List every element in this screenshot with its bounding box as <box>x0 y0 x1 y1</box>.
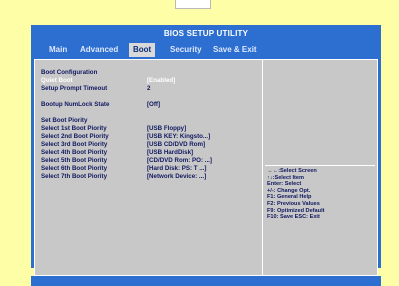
help-line: ↑↓:Select Item <box>267 174 304 181</box>
settings-panel: Boot Configuration Quiet Boot [Enabled] … <box>34 59 378 276</box>
top-border-notch <box>175 0 211 9</box>
setup-prompt-timeout-label: Setup Prompt Timeout <box>41 85 108 92</box>
boot-priority-value[interactable]: [USB KEY: Kingsto...] <box>147 133 210 141</box>
boot-priority-label: Select 4th Boot Piority <box>41 149 108 156</box>
boot-priority-label: Select 6th Boot Piority <box>41 165 108 172</box>
help-line: F10: Save ESC: Exit <box>267 214 320 221</box>
tab-bar: Main Advanced Boot Security Save & Exit <box>31 43 381 57</box>
help-line: Enter: Select <box>267 181 302 188</box>
tab-main[interactable]: Main <box>49 43 67 57</box>
tab-save-exit[interactable]: Save & Exit <box>213 43 257 57</box>
help-line: F9: Optimized Default <box>267 207 325 214</box>
boot-priority-value[interactable]: [USB Floppy] <box>147 125 186 133</box>
help-panel: →←:Select Screen ↑↓:Select Item Enter: S… <box>263 60 377 275</box>
bios-window: BIOS SETUP UTILITY Main Advanced Boot Se… <box>31 25 381 286</box>
boot-priority-label: Select 2nd Boot Piority <box>41 133 109 140</box>
help-line: F2: Previous Values <box>267 200 320 207</box>
key-help: →←:Select Screen ↑↓:Select Item Enter: S… <box>267 168 325 221</box>
boot-priority-label: Select 3rd Boot Piority <box>41 141 108 148</box>
tab-boot[interactable]: Boot <box>129 43 156 57</box>
quiet-boot-value[interactable]: [Enabled] <box>147 77 175 85</box>
boot-priority-value[interactable]: [Hard Disk: PS: T ...] <box>147 165 206 173</box>
boot-priority-label: Select 5th Boot Piority <box>41 157 108 164</box>
boot-priority-value[interactable]: [USB HardDisk] <box>147 149 193 157</box>
tab-advanced[interactable]: Advanced <box>80 43 118 57</box>
boot-priority-label: Select 1st Boot Piority <box>41 125 107 132</box>
bottom-status-bar <box>31 276 381 286</box>
boot-priority-label: Select 7th Boot Piority <box>41 173 108 180</box>
help-line: F1: General Help <box>267 194 312 201</box>
tab-security[interactable]: Security <box>170 43 202 57</box>
bios-title: BIOS SETUP UTILITY <box>163 29 249 38</box>
settings-list: Boot Configuration Quiet Boot [Enabled] … <box>35 60 263 275</box>
numlock-value[interactable]: [Off] <box>147 101 160 109</box>
help-line: +/-: Change Opt. <box>267 187 311 194</box>
boot-priority-value[interactable]: [USB CD/DVD Rom] <box>147 141 205 149</box>
setup-prompt-timeout-value[interactable]: 2 <box>147 85 150 93</box>
boot-priority-value[interactable]: [Network Device: ...] <box>147 173 206 181</box>
help-divider <box>265 165 375 166</box>
help-line: →←:Select Screen <box>267 168 317 174</box>
boot-priority-value[interactable]: [CD/DVD Rom: PO: ...] <box>147 157 212 165</box>
numlock-label: Bootup NumLock State <box>41 101 110 108</box>
quiet-boot-label: Quiet Boot <box>41 77 73 84</box>
